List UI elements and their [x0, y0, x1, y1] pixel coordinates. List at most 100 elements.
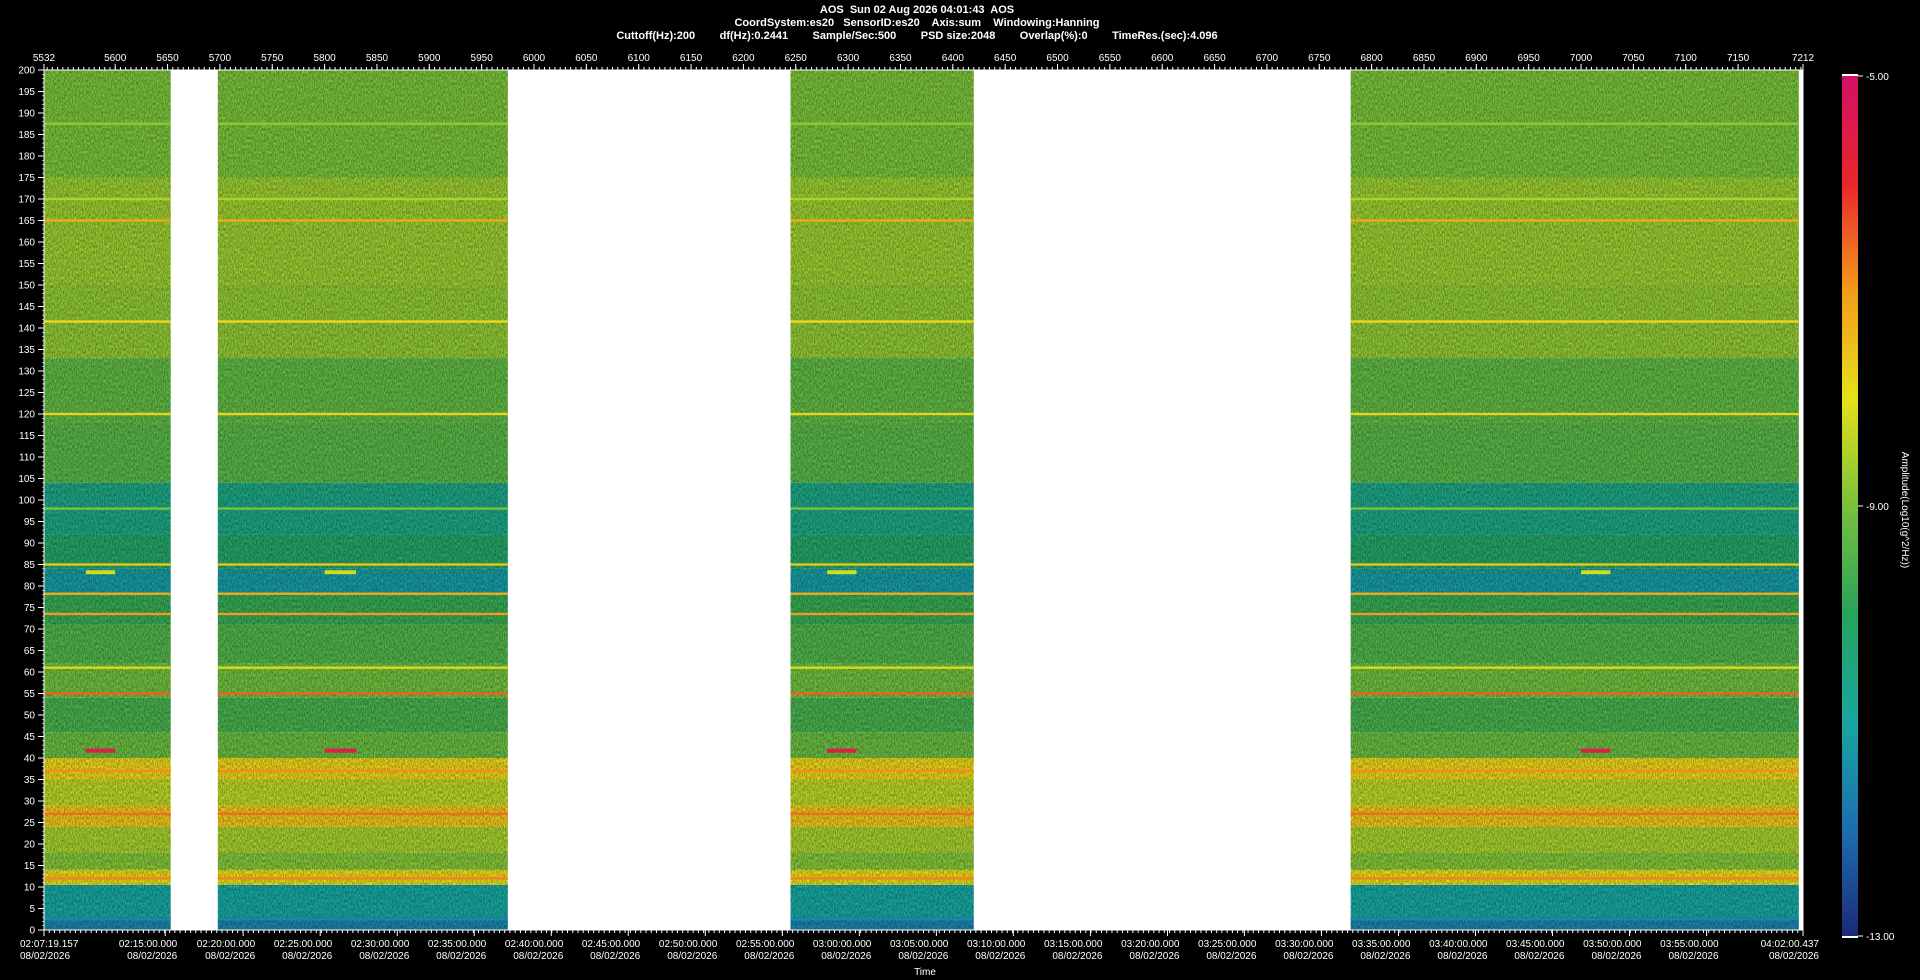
spectral-line — [44, 197, 171, 201]
y-tick-label: 30 — [24, 797, 36, 808]
spectral-line — [44, 918, 171, 921]
date-label: 08/02/2026 — [1052, 951, 1102, 962]
time-label: 03:00:00.000 — [813, 939, 872, 950]
spectral-line — [790, 122, 974, 125]
y-tick-label: 75 — [24, 603, 36, 614]
spectral-line — [1350, 412, 1799, 416]
top-tick-label: 5650 — [156, 53, 179, 64]
y-tick-label: 110 — [19, 453, 35, 464]
y-tick-label: 130 — [18, 367, 35, 378]
event-tone — [1581, 570, 1611, 575]
x-axis-label: Time — [914, 967, 936, 978]
y-tick-label: 120 — [18, 410, 35, 421]
spectral-line — [1350, 918, 1799, 921]
spectral-line — [44, 612, 171, 616]
top-tick-label: 6650 — [1203, 53, 1226, 64]
date-label: 08/02/2026 — [436, 951, 486, 962]
spectral-line — [217, 507, 508, 510]
spectral-line — [1350, 320, 1799, 323]
y-tick-label: 135 — [18, 345, 35, 356]
y-tick-label: 45 — [24, 732, 36, 743]
y-tick-label: 190 — [18, 109, 35, 120]
spectral-line — [790, 666, 974, 669]
data-segment — [790, 70, 974, 930]
top-tick-label: 6700 — [1256, 53, 1279, 64]
y-tick-label: 105 — [18, 474, 35, 485]
spectral-line — [44, 769, 171, 773]
plot-window: AOS Sun 02 Aug 2026 04:01:43 AOS CoordSy… — [0, 0, 1910, 980]
y-tick-label: 195 — [18, 87, 35, 98]
top-tick-label: 5600 — [104, 53, 127, 64]
y-tick-label: 40 — [24, 754, 36, 765]
spectral-line — [790, 320, 974, 323]
spectral-line — [44, 507, 171, 510]
time-label: 02:15:00.000 — [119, 939, 178, 950]
spectral-line — [1350, 197, 1799, 201]
top-tick-label: 6200 — [732, 53, 755, 64]
event-tone — [85, 748, 116, 753]
top-tick-label: 6900 — [1465, 53, 1488, 64]
time-label: 03:10:00.000 — [967, 939, 1026, 950]
top-tick-label: 6850 — [1413, 53, 1436, 64]
colorbar-tick-label: -13.00 — [1866, 932, 1895, 943]
spectral-line — [1350, 122, 1799, 125]
spectral-line — [1350, 563, 1799, 566]
spectral-line — [790, 219, 974, 222]
time-label: 03:15:00.000 — [1044, 939, 1103, 950]
top-tick-label: 6250 — [785, 53, 808, 64]
spectral-line — [44, 412, 171, 416]
colorbar-tick-label: -9.00 — [1866, 502, 1889, 513]
date-label: 08/02/2026 — [1437, 951, 1487, 962]
spectrogram-chart: 5532 5600 5650 5700 5750 5800 5850 5900 5950 6000… — [18, 53, 1819, 978]
y-tick-label: 5 — [29, 904, 35, 915]
date-label: 08/02/2026 — [1206, 951, 1256, 962]
time-label: 03:55:00.000 — [1660, 939, 1719, 950]
top-tick-label: 6750 — [1308, 53, 1331, 64]
spectral-line — [1350, 692, 1799, 695]
y-tick-label: 185 — [18, 130, 35, 141]
top-tick-label: 6100 — [628, 53, 651, 64]
date-label: 08/02/2026 — [590, 951, 640, 962]
y-tick-label: 25 — [24, 818, 36, 829]
spectral-line — [790, 812, 974, 816]
spectral-line — [217, 692, 508, 695]
top-tick-label: 5700 — [209, 53, 232, 64]
spectral-line — [44, 563, 171, 566]
date-label: 08/02/2026 — [205, 951, 255, 962]
colorbar-tick-label: -5.00 — [1866, 72, 1889, 83]
plot-area[interactable] — [44, 70, 1803, 930]
spectral-line — [790, 592, 974, 595]
date-label: 08/02/2026 — [1769, 951, 1819, 962]
y-tick-label: 165 — [18, 216, 35, 227]
y-tick-label: 55 — [24, 689, 36, 700]
y-tick-label: 0 — [29, 926, 35, 937]
spectral-line — [1350, 769, 1799, 773]
colorbar: -5.00 -9.00 -13.00 Amplitude(Log10(g^2/Hz)… — [1842, 72, 1910, 943]
colorbar-bottom-marker — [1842, 936, 1858, 938]
top-tick-label: 7100 — [1675, 53, 1698, 64]
spectral-line — [217, 812, 508, 816]
y-tick-label: 155 — [18, 259, 35, 270]
y-tick-label: 65 — [24, 646, 36, 657]
event-tone — [324, 570, 357, 575]
event-tone — [85, 570, 116, 575]
y-tick-label: 20 — [24, 840, 36, 851]
y-tick-label: 100 — [18, 496, 35, 507]
spectral-line — [790, 612, 974, 616]
top-tick-label: 5750 — [261, 53, 284, 64]
top-tick-label: 7150 — [1727, 53, 1750, 64]
date-label: 08/02/2026 — [667, 951, 717, 962]
event-tone — [1581, 748, 1611, 753]
top-tick-label: 6350 — [889, 53, 912, 64]
time-label: 02:25:00.000 — [274, 939, 333, 950]
data-segment — [217, 70, 508, 930]
data-segment — [44, 70, 171, 930]
spectral-line — [790, 412, 974, 416]
top-tick-label: 5800 — [313, 53, 336, 64]
top-tick-label: 6050 — [575, 53, 598, 64]
y-tick-label: 60 — [24, 668, 36, 679]
top-tick-label: 6450 — [994, 53, 1017, 64]
y-tick-label: 90 — [24, 539, 36, 550]
data-segment — [1350, 70, 1799, 930]
y-tick-label: 85 — [24, 560, 36, 571]
